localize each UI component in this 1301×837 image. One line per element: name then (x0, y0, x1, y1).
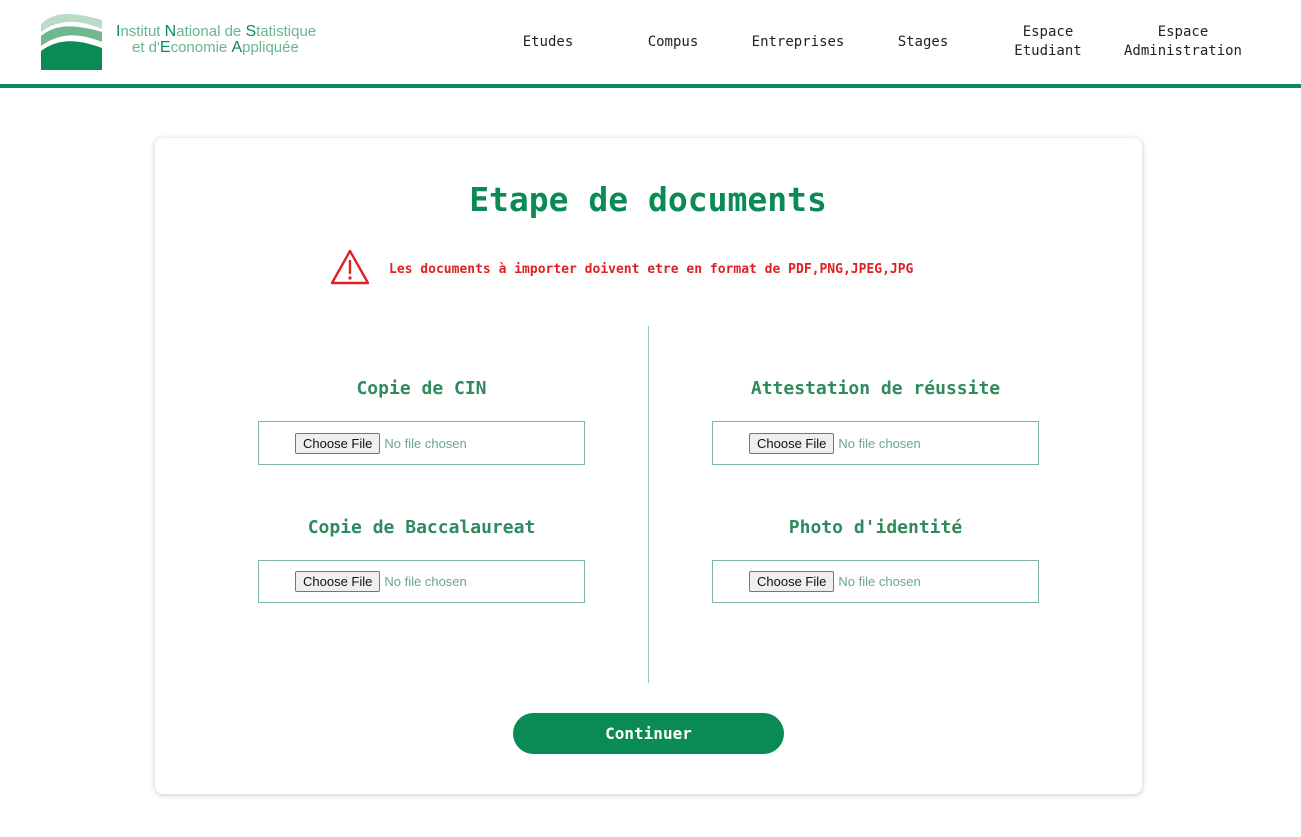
photo-label: Photo d'identité (788, 517, 963, 538)
cin-file-status: No file chosen (384, 435, 467, 451)
format-warning: Les documents à importer doivent etre en… (329, 248, 914, 290)
logo-line-1: Institut National de Statistique (116, 23, 317, 40)
attestation-choose-file-button[interactable]: Choose File (749, 432, 835, 454)
cin-choose-file-button[interactable]: Choose File (295, 432, 381, 454)
nav-espace-administration[interactable]: Espace Administration (1113, 0, 1253, 84)
logo-waves-icon (40, 12, 104, 70)
site-header: Institut National de Statistique et d'Ec… (0, 0, 1301, 88)
continue-button[interactable]: Continuer (513, 713, 784, 754)
nav-entreprises[interactable]: Entreprises (740, 0, 856, 84)
nav-compus[interactable]: Compus (623, 0, 723, 84)
nav-espace-etudiant-line2: Etudiant (1014, 43, 1082, 59)
logo-line-2: et d'Economie Appliquée (132, 39, 299, 56)
baccalaureat-label: Copie de Baccalaureat (307, 517, 536, 538)
nav-espace-etudiant-line1: Espace (1022, 24, 1074, 40)
nav-etudes[interactable]: Etudes (498, 0, 598, 84)
nav-espace-administration-label: Espace Administration (1124, 23, 1242, 61)
cin-label: Copie de CIN (356, 378, 487, 399)
page-title: Etape de documents (469, 180, 827, 219)
photo-file-input[interactable]: Choose File No file chosen (712, 560, 1039, 603)
nav-espace-etudiant-label: Espace Etudiant (1014, 23, 1081, 61)
attestation-file-input[interactable]: Choose File No file chosen (712, 421, 1039, 465)
baccalaureat-choose-file-button[interactable]: Choose File (295, 571, 381, 592)
photo-choose-file-button[interactable]: Choose File (749, 571, 835, 592)
attestation-file-status: No file chosen (838, 435, 921, 451)
baccalaureat-file-input[interactable]: Choose File No file chosen (258, 560, 585, 603)
cin-file-input[interactable]: Choose File No file chosen (258, 421, 585, 465)
nav-espace-etudiant[interactable]: Espace Etudiant (998, 0, 1098, 84)
logo-text: Institut National de Statistique et d'Ec… (116, 24, 316, 56)
nav-stages-label: Stages (897, 33, 949, 50)
nav-etudes-label: Etudes (522, 33, 574, 50)
attestation-label: Attestation de réussite (750, 378, 1001, 399)
logo[interactable]: Institut National de Statistique et d'Ec… (40, 12, 316, 70)
nav-stages[interactable]: Stages (873, 0, 973, 84)
photo-file-status: No file chosen (838, 574, 921, 589)
nav-entreprises-label: Entreprises (751, 33, 845, 50)
warning-text: Les documents à importer doivent etre en… (389, 261, 914, 277)
nav-espace-administration-line1: Espace (1157, 24, 1209, 40)
column-divider (648, 326, 649, 683)
warning-triangle-icon (329, 248, 371, 290)
nav-compus-label: Compus (647, 33, 699, 50)
nav-espace-administration-line2: Administration (1123, 43, 1242, 59)
baccalaureat-file-status: No file chosen (384, 574, 467, 589)
